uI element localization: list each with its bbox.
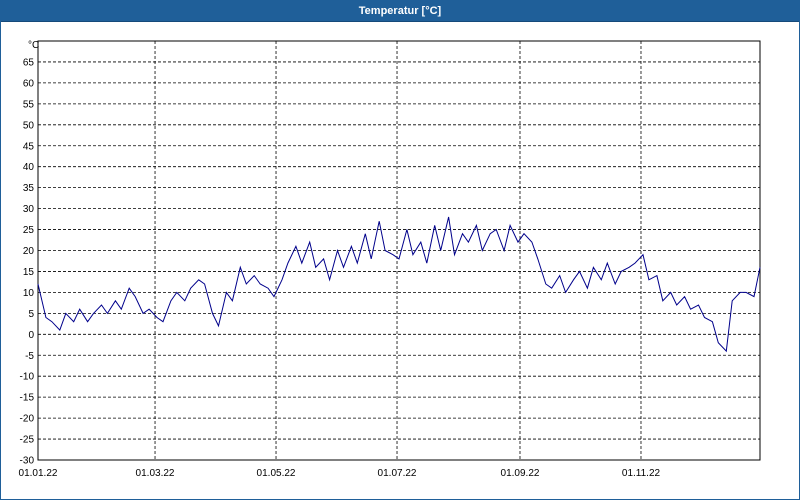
- y-tick-label: -10: [20, 372, 35, 383]
- y-tick-label: 0: [28, 330, 34, 341]
- chart-area: 65 60 55 50 45 40 35 30 25 20 15 10 5 0 -5 -10 -15 -20 -25…: [1, 22, 799, 499]
- x-tick-label: 01.01.22: [19, 468, 58, 479]
- x-tick-label: 01.07.22: [378, 468, 417, 479]
- y-tick-label: 25: [23, 225, 35, 236]
- y-tick-label: -25: [20, 435, 35, 446]
- y-axis-unit-label: °C: [28, 40, 39, 51]
- y-tick-label: 45: [23, 141, 35, 152]
- x-axis-labels: 01.01.22 01.03.22 01.05.22 01.07.22 01.09.22…: [19, 468, 661, 479]
- y-tick-label: 40: [23, 162, 35, 173]
- y-tick-label: 30: [23, 204, 35, 215]
- y-tick-label: 55: [23, 99, 35, 110]
- y-tick-label: 15: [23, 267, 35, 278]
- y-tick-label: -15: [20, 393, 35, 404]
- y-tick-label: 20: [23, 246, 35, 257]
- x-tick-label: 01.05.22: [257, 468, 296, 479]
- x-tick-label: 01.09.22: [501, 468, 540, 479]
- y-tick-label: -20: [20, 414, 35, 425]
- y-tick-label: 50: [23, 120, 35, 131]
- y-tick-label: 65: [23, 57, 35, 68]
- x-tick-label: 01.03.22: [136, 468, 175, 479]
- y-tick-label: 5: [28, 309, 34, 320]
- y-tick-label: -30: [20, 456, 35, 467]
- y-tick-label: 10: [23, 288, 35, 299]
- y-tick-label: 35: [23, 183, 35, 194]
- window-title: Temperatur [°C]: [1, 1, 799, 22]
- temperature-line-chart: 65605550454035302520151050-5-10-15-20-25…: [19, 40, 761, 479]
- x-tick-label: 01.11.22: [622, 468, 661, 479]
- y-tick-label: 60: [23, 78, 35, 89]
- y-axis-labels: 65605550454035302520151050-5-10-15-20-25…: [20, 57, 35, 466]
- chart-window: Temperatur [°C] 65 60 55 50 45 40 35 30 25 20 15 10…: [0, 0, 800, 500]
- y-tick-label: -5: [25, 351, 34, 362]
